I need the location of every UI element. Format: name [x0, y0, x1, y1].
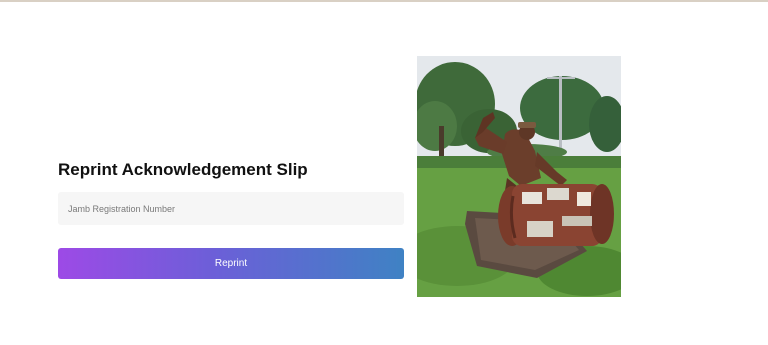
- statue-image: [417, 56, 621, 297]
- registration-number-input[interactable]: [58, 192, 404, 225]
- page-title: Reprint Acknowledgement Slip: [58, 160, 308, 179]
- reprint-button[interactable]: Reprint: [58, 248, 404, 279]
- top-divider: [0, 0, 768, 2]
- reprint-form: Reprint Acknowledgement Slip Reprint: [58, 158, 404, 279]
- statue-photo: [417, 56, 621, 297]
